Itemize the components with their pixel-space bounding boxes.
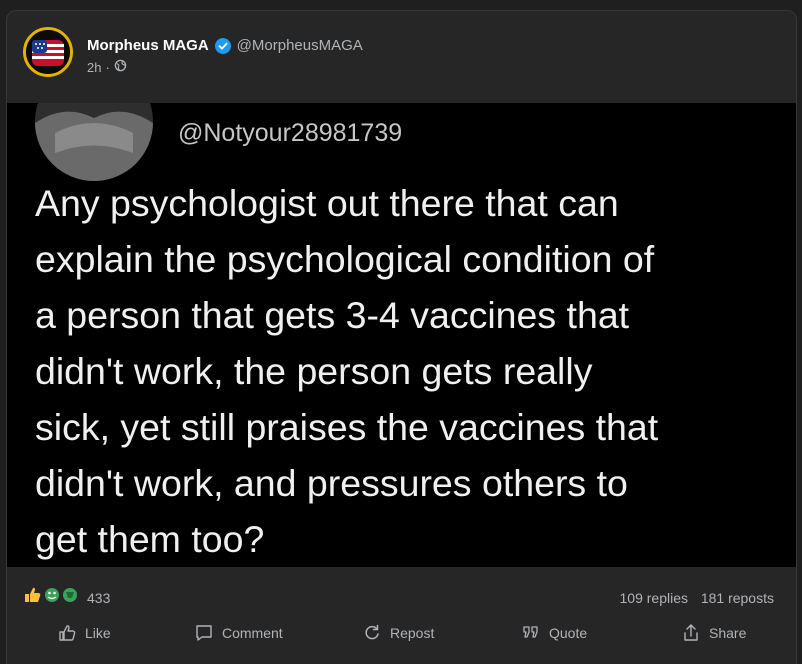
tweet-line: a person that gets 3-4 vaccines that	[35, 294, 630, 336]
like-button[interactable]: Like	[57, 623, 111, 643]
post-meta: 2h ·	[87, 59, 127, 75]
comment-icon	[196, 625, 212, 641]
tweet-line: didn't work, and pressures others to	[35, 462, 628, 504]
post-card: Morpheus MAGA @MorpheusMAGA 2h · @Notyou…	[6, 10, 797, 664]
tweet-line: get them too?	[35, 518, 265, 560]
reposts-count[interactable]: 181 reposts	[701, 590, 774, 606]
author-avatar[interactable]	[23, 27, 73, 77]
reactions-icon	[25, 587, 77, 602]
share-label: Share	[709, 625, 747, 641]
thumbs-up-icon	[59, 625, 76, 641]
author-name[interactable]: Morpheus MAGA	[87, 37, 209, 54]
quote-button[interactable]: Quote	[521, 623, 587, 643]
author-handle[interactable]: @MorpheusMAGA	[237, 37, 363, 54]
quoted-tweet-text: Any psychologist out there that can expl…	[35, 175, 780, 567]
post-image[interactable]: @Notyour28981739 Any psychologist out th…	[7, 103, 796, 567]
repost-label: Repost	[390, 625, 435, 641]
action-bar: Like Comment Repost Quote Share	[7, 615, 796, 655]
meta-separator: ·	[105, 59, 110, 75]
author-line: Morpheus MAGA @MorpheusMAGA	[87, 37, 363, 54]
quote-label: Quote	[549, 625, 588, 641]
verified-badge-icon	[214, 37, 231, 54]
quoted-handle: @Notyour28981739	[178, 119, 403, 147]
post-time[interactable]: 2h	[87, 60, 101, 75]
repost-button[interactable]: Repost	[362, 623, 434, 643]
reaction-count[interactable]: 433	[87, 590, 110, 606]
replies-count[interactable]: 109 replies	[620, 590, 689, 606]
comment-label: Comment	[222, 625, 283, 641]
flag-fist-icon	[26, 30, 70, 74]
quoted-avatar	[35, 103, 153, 181]
tweet-line: Any psychologist out there that can	[35, 182, 619, 224]
tweet-line: sick, yet still praises the vaccines tha…	[35, 406, 659, 448]
repost-icon	[365, 624, 379, 640]
quote-icon	[523, 626, 538, 638]
tweet-line: explain the psychological condition of	[35, 238, 655, 280]
like-label: Like	[85, 625, 111, 641]
post-stats: 433 109 replies 181 reposts	[7, 583, 796, 611]
reaction-icons[interactable]	[23, 585, 81, 605]
post-header: Morpheus MAGA @MorpheusMAGA 2h ·	[7, 11, 796, 103]
tweet-line: didn't work, the person gets really	[35, 350, 593, 392]
share-button[interactable]: Share	[681, 623, 746, 643]
comment-button[interactable]: Comment	[194, 623, 283, 643]
share-icon	[684, 624, 698, 641]
globe-icon	[114, 59, 127, 75]
